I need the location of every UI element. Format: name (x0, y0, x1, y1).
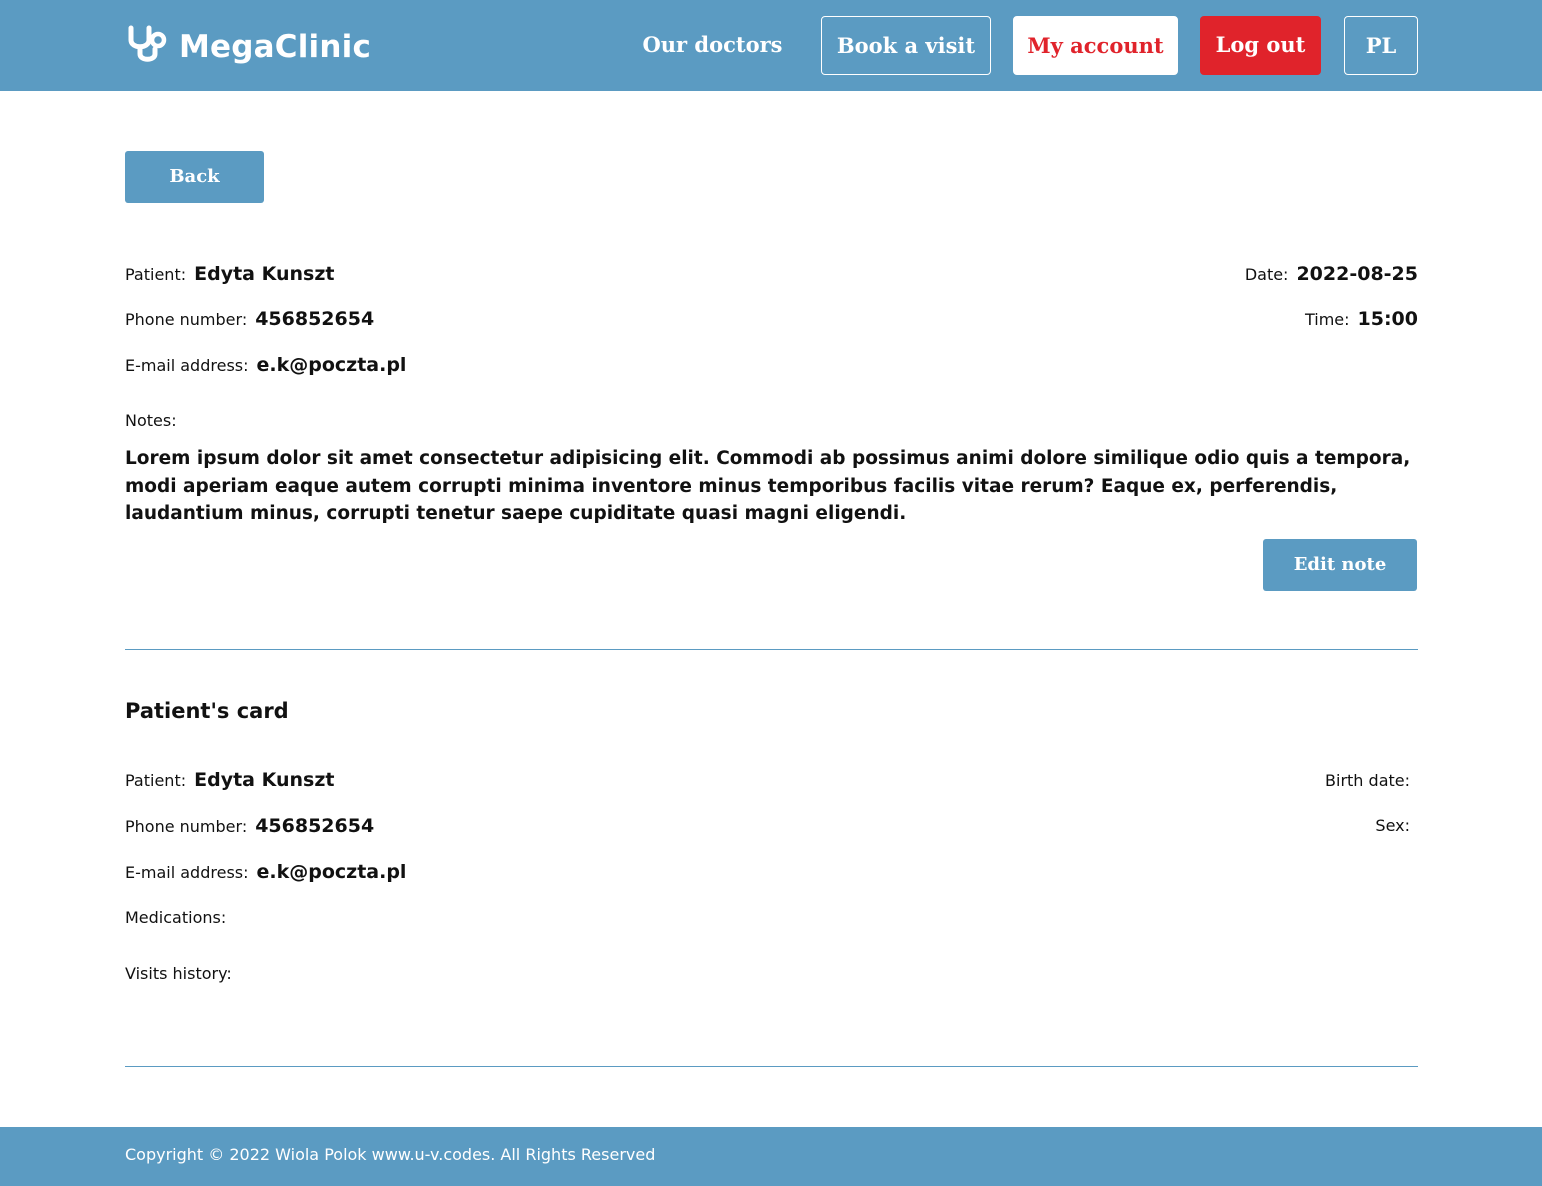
card-email-label: E-mail address: (125, 863, 249, 882)
visit-patient-field: Patient: Edyta Kunszt (125, 263, 335, 285)
visit-time-label: Time: (1304, 310, 1350, 329)
medications-label: Medications: (125, 908, 227, 927)
notes-label: Notes: (125, 411, 177, 430)
back-button[interactable]: Back (125, 151, 264, 203)
footer: Copyright © 2022 Wiola Polok www.u-v.cod… (0, 1127, 1542, 1186)
visit-phone-value: 456852654 (255, 308, 375, 330)
nav-my-account[interactable]: My account (1013, 16, 1178, 75)
brand-logo[interactable]: MegaClinic (125, 24, 371, 70)
visits-history-label: Visits history: (125, 964, 232, 983)
visit-email-value: e.k@poczta.pl (256, 354, 407, 376)
visit-patient-value: Edyta Kunszt (194, 263, 335, 285)
stethoscope-icon (125, 24, 169, 70)
card-patient-field: Patient: Edyta Kunszt (125, 769, 335, 791)
visit-patient-label: Patient: (125, 265, 187, 284)
visit-time-field: Time: 15:00 (1305, 308, 1418, 330)
copyright-text: Copyright © 2022 Wiola Polok www.u-v.cod… (125, 1145, 656, 1164)
notes-text: Lorem ipsum dolor sit amet consectetur a… (125, 448, 1411, 524)
visit-date-value: 2022-08-25 (1296, 263, 1418, 285)
section-divider-bottom (125, 1066, 1418, 1067)
logout-button[interactable]: Log out (1200, 16, 1321, 75)
nav-our-doctors[interactable]: Our doctors (630, 16, 795, 75)
sex-label: Sex: (1375, 816, 1410, 835)
card-email-field: E-mail address: e.k@poczta.pl (125, 861, 406, 883)
visit-phone-label: Phone number: (125, 310, 248, 329)
patient-card-title: Patient's card (125, 699, 289, 723)
visit-date-field: Date: 2022-08-25 (1245, 263, 1418, 285)
visit-phone-field: Phone number: 456852654 (125, 308, 374, 330)
edit-note-button[interactable]: Edit note (1263, 539, 1417, 591)
card-phone-field: Phone number: 456852654 (125, 815, 374, 837)
visit-time-value: 15:00 (1357, 308, 1418, 330)
card-phone-value: 456852654 (255, 815, 375, 837)
language-switch-button[interactable]: PL (1344, 16, 1418, 75)
visit-date-label: Date: (1244, 265, 1289, 284)
section-divider (125, 649, 1418, 650)
nav-book-visit[interactable]: Book a visit (821, 16, 991, 75)
card-patient-value: Edyta Kunszt (194, 769, 335, 791)
card-patient-label: Patient: (125, 771, 187, 790)
visit-email-label: E-mail address: (125, 356, 249, 375)
brand-name: MegaClinic (179, 29, 372, 65)
visit-email-field: E-mail address: e.k@poczta.pl (125, 354, 406, 376)
birth-date-label: Birth date: (1325, 771, 1410, 790)
card-email-value: e.k@poczta.pl (256, 861, 407, 883)
card-phone-label: Phone number: (125, 817, 248, 836)
top-navbar: MegaClinic Our doctors Book a visit My a… (0, 0, 1542, 91)
